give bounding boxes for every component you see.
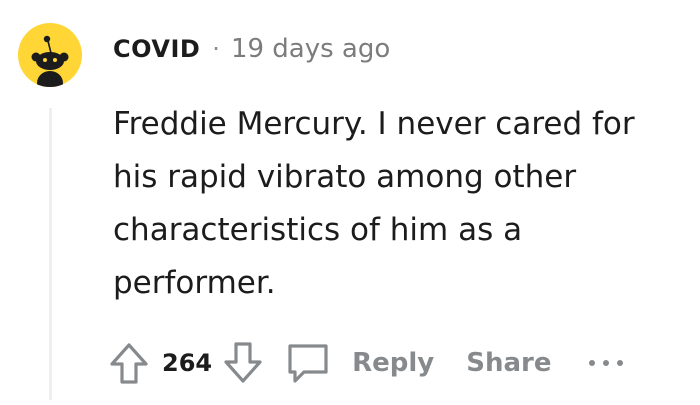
speech-bubble-icon xyxy=(288,344,328,383)
comment-body: Freddie Mercury. I never cared for his r… xyxy=(113,106,635,301)
upvote-button[interactable] xyxy=(108,341,150,385)
username[interactable]: COVID xyxy=(113,35,200,63)
comment-header: COVID · 19 days ago xyxy=(113,34,390,64)
arrow-down-icon xyxy=(224,342,262,383)
more-options-button[interactable] xyxy=(586,357,626,369)
comment-actions: 264 Reply Share xyxy=(108,335,626,391)
snoo-icon xyxy=(31,35,69,87)
thread-line[interactable] xyxy=(49,108,52,400)
share-button[interactable]: Share xyxy=(466,348,551,378)
reply-button[interactable]: Reply xyxy=(352,348,434,378)
vote-count: 264 xyxy=(162,349,213,377)
meta-separator: · xyxy=(212,35,220,63)
ellipsis-icon xyxy=(588,360,623,366)
arrow-up-icon xyxy=(110,343,148,384)
downvote-button[interactable] xyxy=(222,341,264,385)
avatar[interactable] xyxy=(18,23,82,87)
reply-icon-button[interactable] xyxy=(284,340,332,386)
timestamp[interactable]: 19 days ago xyxy=(231,34,390,64)
